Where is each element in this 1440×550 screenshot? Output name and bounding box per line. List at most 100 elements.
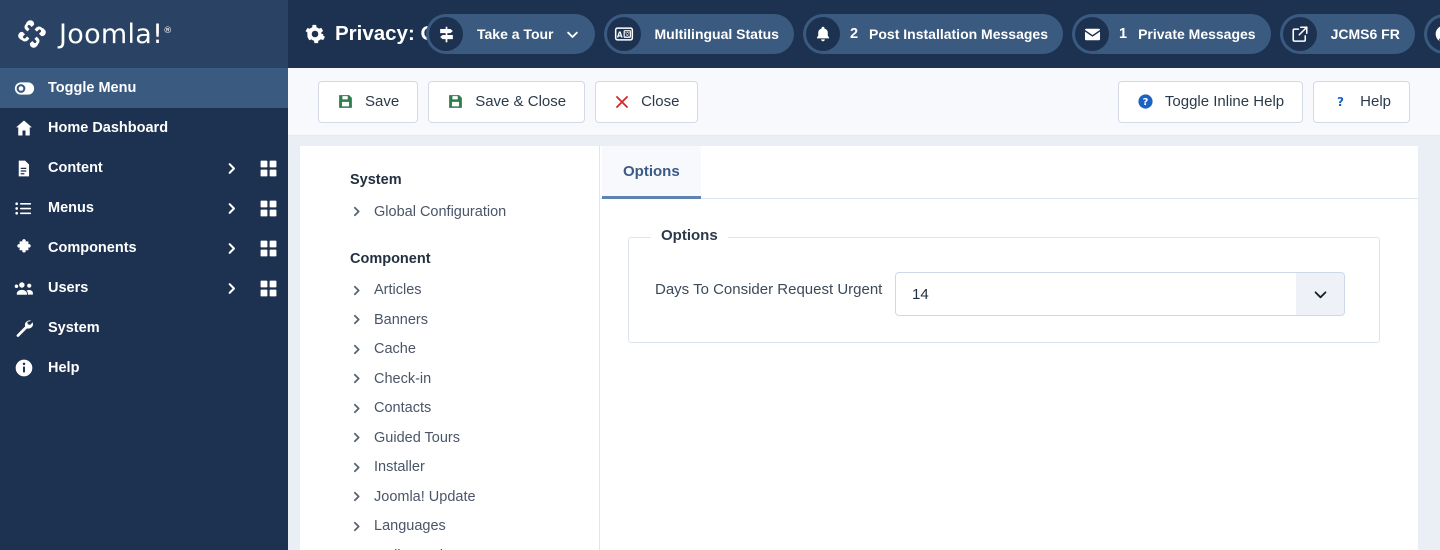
chevron-right-icon[interactable]: [214, 201, 248, 216]
sidebar-item-components[interactable]: Components: [0, 228, 288, 268]
toolbar-right-group: ? Toggle Inline Help ? Help: [1117, 80, 1410, 123]
save-and-close-label: Save & Close: [475, 93, 567, 110]
sidebar-item-label: Home Dashboard: [48, 120, 169, 136]
days-to-consider-request-urgent-label: Days To Consider Request Urgent: [655, 281, 883, 298]
sidenav-item-contacts[interactable]: Contacts: [350, 394, 599, 424]
grid-dashboard-icon[interactable]: [248, 199, 288, 218]
save-label: Save: [365, 93, 400, 110]
sidebar-item-content[interactable]: Content: [0, 148, 288, 188]
sidenav-group-heading: System: [350, 172, 402, 188]
floppy-disk-icon: [447, 93, 464, 110]
chevron-right-icon: [350, 461, 372, 474]
help-button[interactable]: ? Help: [1313, 80, 1410, 123]
sidenav-item-label: Languages: [374, 518, 446, 535]
translate-icon: A文: [606, 17, 641, 51]
signpost-icon: [429, 17, 463, 51]
sidenav-item-label: Joomla! Update: [374, 488, 476, 505]
private-messages-button[interactable]: 1 Private Messages: [1072, 14, 1271, 54]
sidebar-item-label: Content: [48, 160, 103, 176]
sidenav-item-label: Guided Tours: [374, 429, 460, 446]
sidebar-item-label: Menus: [48, 200, 94, 216]
sidebar-item-label: System: [48, 320, 100, 336]
sidenav-item-check-in[interactable]: Check-in: [350, 364, 599, 394]
header-pill-group: Take a Tour A文 Multilingual Status 2 Pos…: [426, 14, 1440, 54]
sidenav-item-label: Global Configuration: [374, 203, 507, 220]
sidenav-item-languages[interactable]: Languages: [350, 512, 599, 542]
sidenav-item-installer[interactable]: Installer: [350, 453, 599, 483]
grid-dashboard-icon[interactable]: [248, 279, 288, 298]
sidebar-item-system[interactable]: System: [0, 308, 288, 348]
save-and-close-button[interactable]: Save & Close: [428, 80, 586, 123]
grid-dashboard-icon[interactable]: [248, 239, 288, 258]
joomla-logo-icon: [14, 16, 50, 52]
sidenav-item-label: Articles: [374, 282, 422, 299]
toggle-inline-help-label: Toggle Inline Help: [1164, 93, 1285, 110]
toggle-menu-button[interactable]: Toggle Menu: [0, 68, 288, 108]
chevron-right-icon: [350, 490, 372, 503]
chevron-right-icon: [350, 205, 372, 218]
days-to-consider-request-urgent-select[interactable]: 14: [895, 272, 1345, 316]
sidenav-item-cache[interactable]: Cache: [350, 335, 599, 365]
svg-text:?: ?: [1337, 95, 1344, 109]
close-button[interactable]: Close: [595, 80, 699, 123]
top-header: Privacy: Opt Take a Tour A文 Multilingual…: [288, 0, 1440, 68]
close-label: Close: [641, 93, 680, 110]
chevron-right-icon[interactable]: [214, 281, 248, 296]
site-link-label: JCMS6 FR: [1330, 26, 1400, 42]
fieldset-legend: Options: [651, 227, 728, 244]
sidenav-item-guided-tours[interactable]: Guided Tours: [350, 423, 599, 453]
sidebar-item-help[interactable]: Help: [0, 348, 288, 388]
chevron-right-icon: [350, 343, 372, 356]
list-icon: [14, 199, 44, 218]
grid-dashboard-icon[interactable]: [248, 159, 288, 178]
sidebar-item-users[interactable]: Users: [0, 268, 288, 308]
sidenav-group-heading: Component: [350, 250, 431, 267]
chevron-down-icon[interactable]: [1296, 273, 1344, 315]
sidenav-item-label: Cache: [374, 341, 416, 358]
sidenav-item-label: Contacts: [374, 400, 432, 417]
sidebar-item-home-dashboard[interactable]: Home Dashboard: [0, 108, 288, 148]
sidenav-item-label: Banners: [374, 311, 429, 328]
gear-icon: [304, 23, 326, 45]
options-sidenav: System Global Configuration Component Ar…: [300, 146, 600, 550]
toolbar-left-group: Save Save & Close Close: [318, 80, 699, 123]
take-a-tour-button[interactable]: Take a Tour: [426, 14, 595, 54]
options-pane: Options Options Days To Consider Request…: [600, 146, 1418, 550]
floppy-disk-icon: [337, 93, 354, 110]
site-link-button[interactable]: JCMS6 FR: [1279, 14, 1415, 54]
private-messages-label: Private Messages: [1138, 26, 1256, 42]
select-value: 14: [912, 285, 929, 303]
chevron-right-icon: [350, 313, 372, 326]
post-installation-messages-button[interactable]: 2 Post Installation Messages: [802, 14, 1063, 54]
external-link-icon: [1282, 17, 1317, 51]
save-button[interactable]: Save: [318, 80, 419, 123]
multilingual-status-label: Multilingual Status: [654, 26, 779, 42]
tab-options[interactable]: Options: [602, 146, 701, 199]
chevron-right-icon: [350, 372, 372, 385]
sidebar-item-menus[interactable]: Menus: [0, 188, 288, 228]
toggle-inline-help-button[interactable]: ? Toggle Inline Help: [1117, 80, 1304, 123]
chevron-right-icon[interactable]: [214, 161, 248, 176]
joomla-brand-logo[interactable]: Joomla!®: [0, 0, 288, 68]
sidenav-item-mail-templates[interactable]: Mail Templates: [350, 541, 599, 550]
user-menu-button[interactable]: User Menu: [1423, 14, 1440, 54]
content-card: System Global Configuration Component Ar…: [300, 146, 1418, 550]
sidenav-item-articles[interactable]: Articles: [350, 276, 599, 306]
puzzle-piece-icon: [14, 238, 44, 258]
sidenav-item-banners[interactable]: Banners: [350, 305, 599, 335]
help-label: Help: [1360, 93, 1391, 110]
svg-text:文: 文: [624, 30, 630, 38]
sidebar-item-label: Help: [48, 360, 80, 376]
bell-icon: [805, 17, 840, 51]
sidenav-item-label: Check-in: [374, 370, 432, 387]
chevron-right-icon[interactable]: [214, 241, 248, 256]
sidenav-item-global-configuration[interactable]: Global Configuration: [350, 197, 599, 227]
toggle-switch-icon: [14, 78, 44, 99]
brand-name: Joomla!®: [59, 18, 173, 50]
post-installation-messages-label: Post Installation Messages: [869, 26, 1048, 42]
post-installation-messages-count: 2: [849, 26, 859, 42]
sidenav-item-joomla-update[interactable]: Joomla! Update: [350, 482, 599, 512]
sidebar-item-label: Users: [48, 280, 89, 296]
chevron-down-icon[interactable]: [565, 27, 580, 42]
multilingual-status-button[interactable]: A文 Multilingual Status: [603, 14, 794, 54]
